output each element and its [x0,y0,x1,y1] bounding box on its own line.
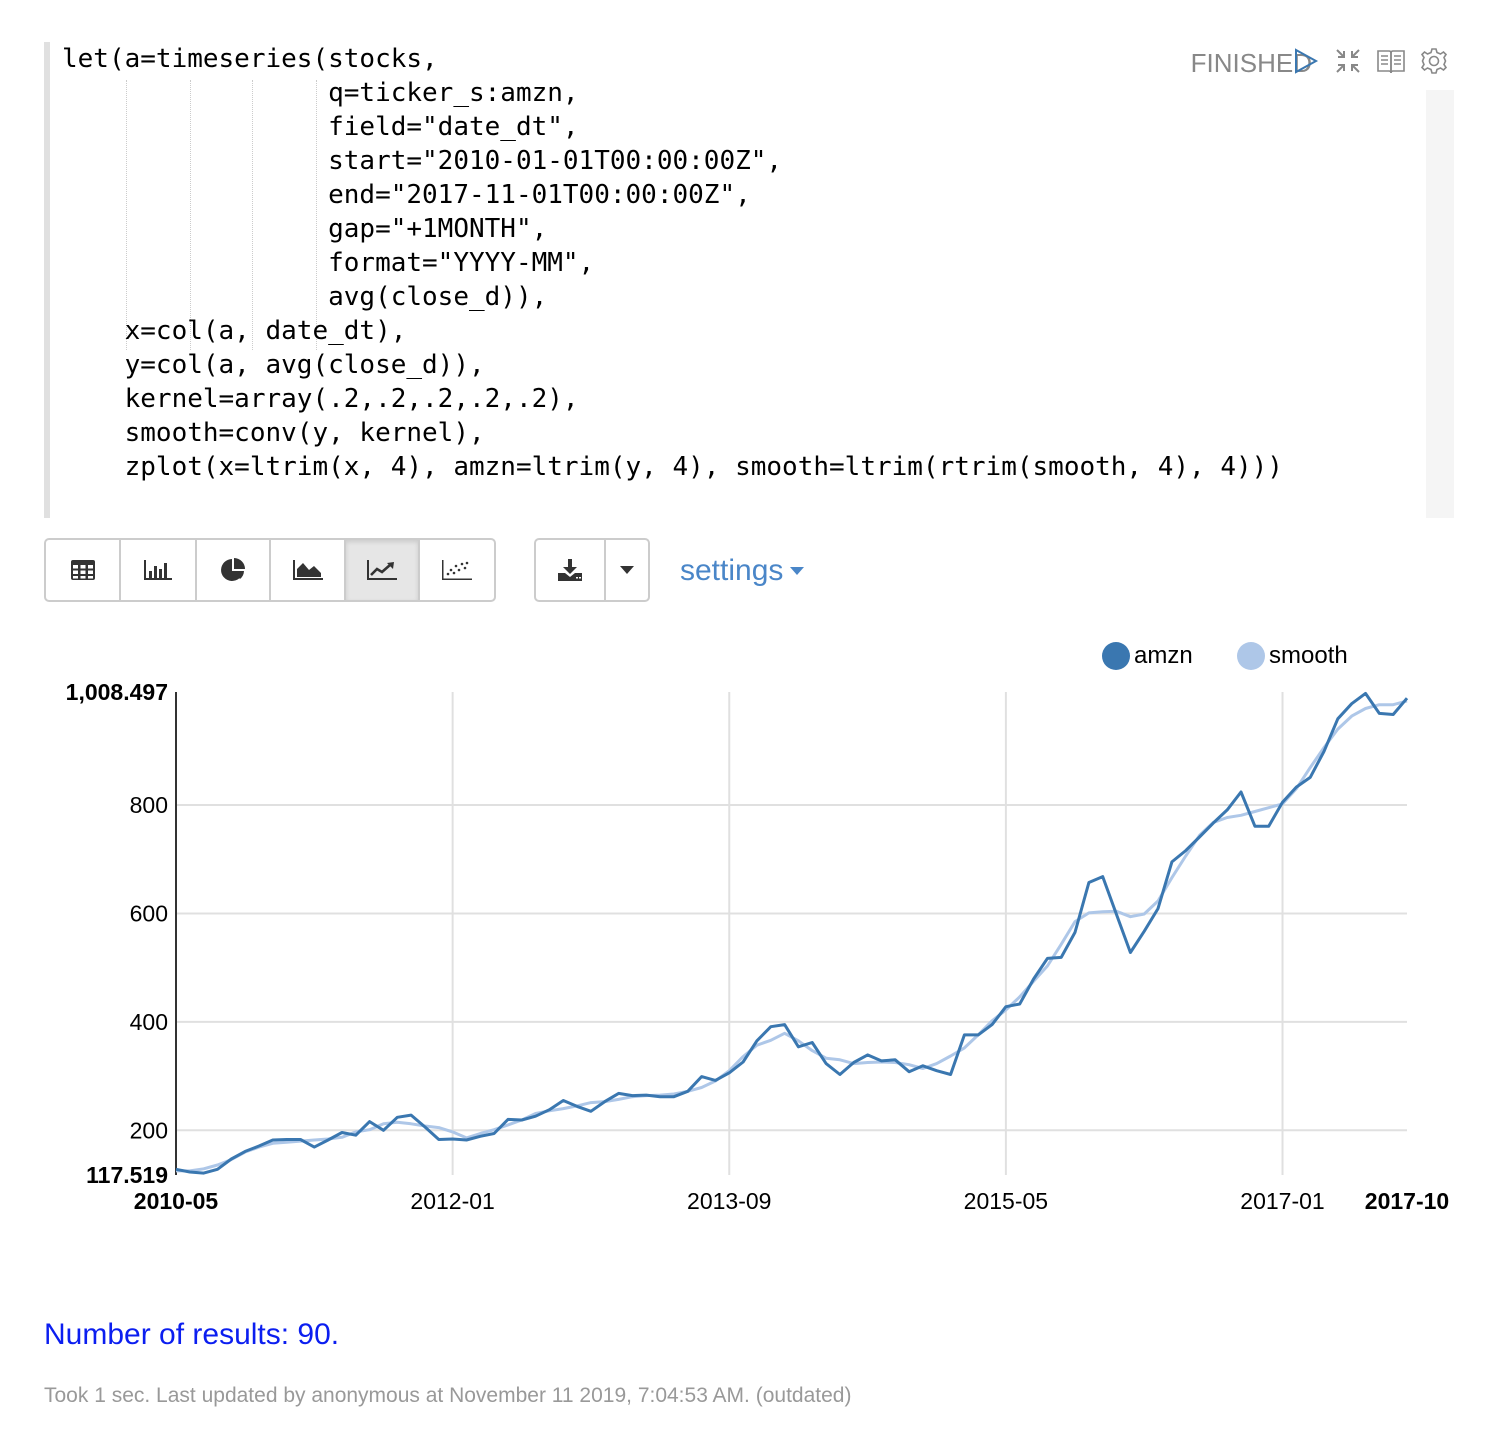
results-count: Number of results: 90. [44,1318,340,1351]
y-min-label: 117.519 [86,1162,168,1188]
download-button-group [534,538,650,602]
y-tick-label: 400 [130,1009,168,1035]
line-chart-icon [367,560,397,580]
area-chart-button[interactable] [271,540,346,600]
settings-dropdown[interactable]: settings [680,554,805,588]
y-tick-label: 800 [130,792,168,818]
caret-down-icon [620,566,634,574]
x-tick-label: 2010-05 [134,1188,219,1214]
table-icon [70,560,95,580]
scatter-chart-icon [442,560,472,580]
download-button[interactable] [536,540,606,600]
download-icon [558,559,582,581]
x-tick-label: 2012-01 [410,1188,494,1214]
collapse-icon[interactable] [1333,46,1363,76]
x-tick-label: 2013-09 [687,1188,771,1214]
bar-chart-button[interactable] [121,540,197,600]
run-icon[interactable] [1290,46,1320,76]
line-chart-button[interactable] [346,540,420,600]
download-dropdown-button[interactable] [606,540,648,600]
code-text[interactable]: let(a=timeseries(stocks, q=ticker_s:amzn… [62,42,1283,484]
editor-scrollbar[interactable] [1426,90,1454,518]
settings-label: settings [680,554,784,587]
x-tick-label: 2017-01 [1240,1188,1324,1214]
code-editor[interactable]: let(a=timeseries(stocks, q=ticker_s:amzn… [44,42,1454,518]
book-icon[interactable] [1376,46,1406,76]
gear-icon[interactable] [1419,46,1449,76]
line-chart: 200 400 600 800 2010-05 2012-01 2013-09 2015-05… [66,679,1450,1214]
table-view-button[interactable] [46,540,121,600]
series-line-smooth [176,699,1408,1173]
scatter-chart-button[interactable] [420,540,494,600]
pie-chart-icon [221,558,245,581]
y-tick-label: 600 [130,900,168,926]
x-tick-label: 2017-10 [1365,1188,1449,1214]
bar-chart-icon [144,560,172,580]
area-chart-icon [292,560,323,580]
x-tick-label: 2015-05 [964,1188,1048,1214]
pie-chart-button[interactable] [197,540,271,600]
y-tick-label: 200 [130,1117,168,1143]
y-max-label: 1,008.497 [66,679,168,705]
caret-down-icon [790,567,805,575]
series-line-amzn [175,691,1409,1175]
paragraph-footer: Took 1 sec. Last updated by anonymous at… [44,1384,852,1407]
visualization-toolbar [44,538,496,602]
